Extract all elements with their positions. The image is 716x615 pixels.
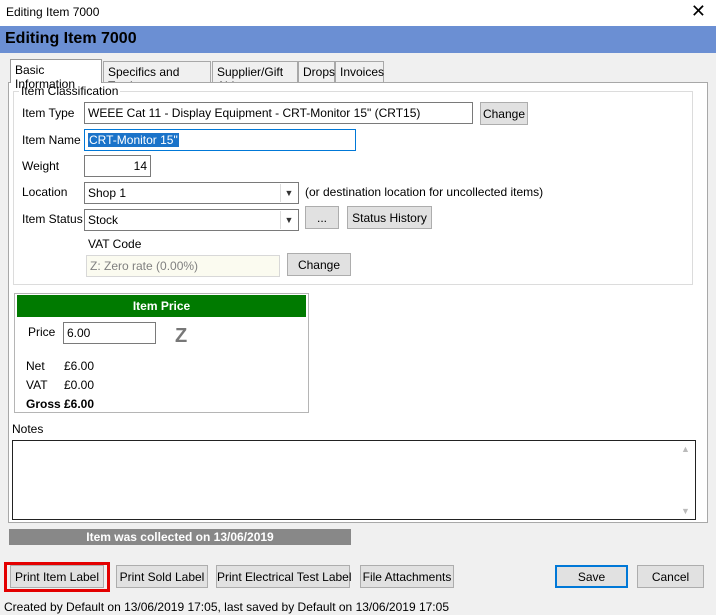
item-status-value: Stock [88,213,119,227]
item-type-label: Item Type [22,106,75,120]
header-banner: Editing Item 7000 [0,26,716,53]
notes-textarea[interactable] [12,440,696,520]
print-electrical-test-label-button[interactable]: Print Electrical Test Label [216,565,352,588]
price-label: Price [28,325,56,339]
net-value: £6.00 [64,359,95,373]
vat-label: VAT [26,378,48,392]
scroll-up-icon[interactable]: ▲ [681,444,690,454]
window-titlebar: Editing Item 7000 ✕ [0,0,716,26]
status-bar: Created by Default on 13/06/2019 17:05, … [4,600,449,614]
location-label: Location [22,185,68,199]
cancel-button[interactable]: Cancel [637,565,704,588]
vat-rate-indicator: Z [175,325,188,347]
location-select[interactable]: Shop 1 ▼ [84,182,299,204]
gross-value: £6.00 [64,397,95,411]
chevron-down-icon[interactable]: ▼ [280,184,297,202]
vat-value: £0.00 [64,378,95,392]
status-options-button[interactable]: ... [305,206,339,229]
price-field[interactable]: 6.00 [63,322,156,344]
location-value: Shop 1 [88,186,127,200]
tab-basic-information[interactable]: Basic Information [10,59,102,91]
tab-drops[interactable]: Drops [298,61,335,82]
close-icon[interactable]: ✕ [691,2,706,22]
print-item-label-button[interactable]: Print Item Label [10,565,104,588]
page-title: Editing Item 7000 [5,30,137,47]
location-note: (or destination location for uncollected… [305,185,544,199]
item-name-text: CRT-Monitor 15" [88,133,179,147]
tab-invoices[interactable]: Invoices [335,61,384,82]
collected-banner: Item was collected on 13/06/2019 [9,529,351,545]
item-status-label: Item Status [22,212,83,226]
notes-label: Notes [12,422,44,436]
window-title: Editing Item 7000 [6,5,100,19]
change-vat-code-button[interactable]: Change [287,253,351,276]
file-attachments-button[interactable]: File Attachments [360,565,454,588]
net-label: Net [26,359,45,373]
tab-specifics-and-testing[interactable]: Specifics and Testing [103,61,211,93]
status-history-button[interactable]: Status History [347,206,432,229]
item-type-field[interactable]: WEEE Cat 11 - Display Equipment - CRT-Mo… [84,102,473,124]
vat-code-label: VAT Code [88,237,142,251]
tab-label: Basic Information [15,63,76,91]
save-button[interactable]: Save [555,565,628,588]
scroll-down-icon[interactable]: ▼ [681,506,690,516]
tab-label: Drops [303,65,336,79]
tab-supplier-gift-aid[interactable]: Supplier/Gift Aid [212,61,298,93]
print-sold-label-button[interactable]: Print Sold Label [116,565,208,588]
chevron-down-icon[interactable]: ▼ [280,211,297,229]
notes-scrollbar[interactable]: ▲ ▼ [678,442,694,518]
change-item-type-button[interactable]: Change [480,102,528,125]
item-name-field[interactable]: CRT-Monitor 15" [84,129,356,151]
item-price-header: Item Price [17,295,306,317]
item-status-select[interactable]: Stock ▼ [84,209,299,231]
gross-label: Gross [26,397,61,411]
item-name-label: Item Name [22,133,81,147]
weight-label: Weight [22,159,60,173]
tab-label: Invoices [340,65,385,79]
vat-code-field: Z: Zero rate (0.00%) [86,255,280,277]
weight-field[interactable]: 14 [84,155,151,177]
